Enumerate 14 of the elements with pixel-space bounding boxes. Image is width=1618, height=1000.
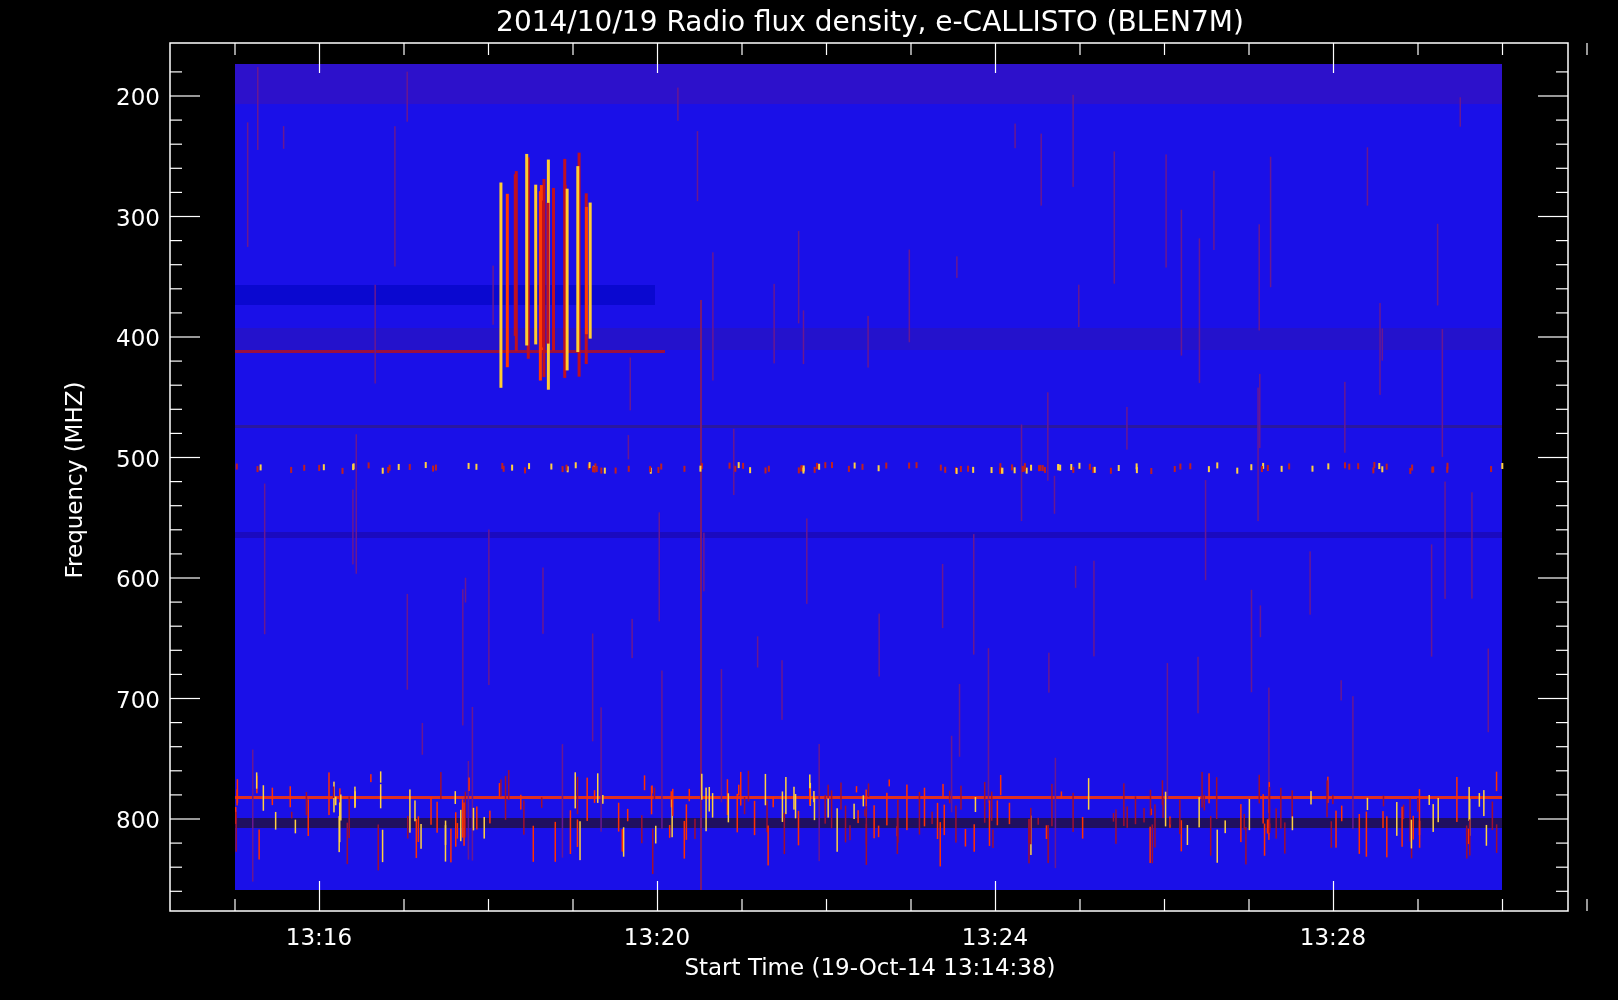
x-tick-label: 13:20 bbox=[623, 924, 691, 950]
x-tick-label: 13:28 bbox=[1299, 924, 1367, 950]
x-axis-label: Start Time (19-Oct-14 13:14:38) bbox=[684, 954, 1056, 980]
x-tick-label: 13:16 bbox=[285, 924, 353, 950]
y-tick-label: 400 bbox=[116, 325, 160, 351]
y-tick-label: 500 bbox=[116, 445, 160, 472]
y-tick-label: 200 bbox=[116, 84, 160, 110]
x-tick-label: 13:24 bbox=[961, 924, 1029, 950]
y-tick-label: 600 bbox=[116, 566, 160, 592]
y-tick-label: 300 bbox=[116, 204, 160, 231]
y-tick-label: 800 bbox=[116, 807, 160, 833]
y-tick-label: 700 bbox=[116, 686, 160, 713]
y-axis-label: Frequency (MHZ) bbox=[61, 381, 87, 579]
chart-title: 2014/10/19 Radio flux density, e-CALLISTO (BLEN7M) bbox=[496, 5, 1244, 38]
